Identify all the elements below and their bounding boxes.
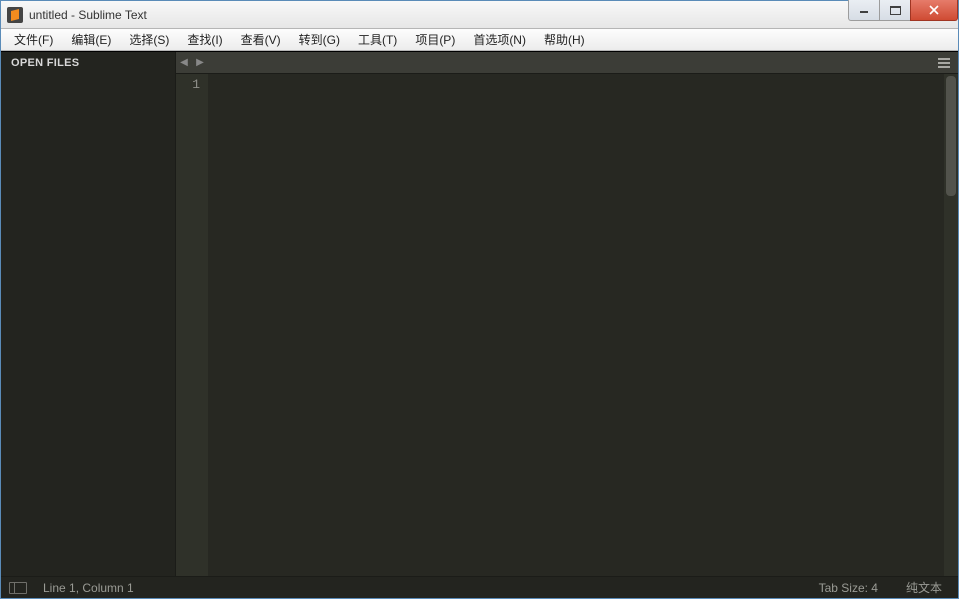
line-number: 1 bbox=[176, 76, 200, 93]
menu-edit[interactable]: 编辑(E) bbox=[62, 29, 120, 50]
sidebar: OPEN FILES bbox=[1, 52, 176, 576]
window-title: untitled - Sublime Text bbox=[29, 8, 147, 22]
minimize-button[interactable] bbox=[848, 0, 880, 21]
tab-overflow-menu[interactable] bbox=[936, 52, 952, 73]
menu-selection[interactable]: 选择(S) bbox=[120, 29, 178, 50]
maximize-button[interactable] bbox=[879, 0, 911, 21]
close-button[interactable] bbox=[910, 0, 958, 21]
line-gutter: 1 bbox=[176, 74, 208, 576]
title-bar[interactable]: untitled - Sublime Text bbox=[1, 1, 958, 29]
body-area: OPEN FILES ◀ ▶ 1 bbox=[1, 51, 958, 598]
menu-goto[interactable]: 转到(G) bbox=[290, 29, 349, 50]
status-syntax[interactable]: 纯文本 bbox=[892, 579, 956, 596]
sidebar-open-files-header: OPEN FILES bbox=[1, 52, 175, 74]
tab-prev-icon[interactable]: ◀ bbox=[176, 52, 192, 73]
menu-view[interactable]: 查看(V) bbox=[232, 29, 290, 50]
text-editor[interactable] bbox=[208, 74, 944, 576]
tab-bar: ◀ ▶ bbox=[176, 52, 958, 74]
vertical-scrollbar[interactable] bbox=[944, 74, 958, 576]
menu-tools[interactable]: 工具(T) bbox=[349, 29, 406, 50]
status-left: Line 1, Column 1 bbox=[3, 581, 134, 595]
status-cursor-position: Line 1, Column 1 bbox=[43, 581, 134, 595]
editor-row: 1 bbox=[176, 74, 958, 576]
menu-bar: 文件(F) 编辑(E) 选择(S) 查找(I) 查看(V) 转到(G) 工具(T… bbox=[1, 29, 958, 51]
tab-next-icon[interactable]: ▶ bbox=[192, 52, 208, 73]
app-icon bbox=[7, 7, 23, 23]
menu-help[interactable]: 帮助(H) bbox=[535, 29, 594, 50]
work-area: OPEN FILES ◀ ▶ 1 bbox=[1, 52, 958, 576]
hamburger-icon bbox=[938, 62, 950, 64]
status-bar: Line 1, Column 1 Tab Size: 4 纯文本 bbox=[1, 576, 958, 598]
panel-toggle-icon[interactable] bbox=[9, 582, 27, 594]
editor-column: ◀ ▶ 1 bbox=[176, 52, 958, 576]
menu-preferences[interactable]: 首选项(N) bbox=[464, 29, 535, 50]
menu-project[interactable]: 项目(P) bbox=[406, 29, 464, 50]
menu-find[interactable]: 查找(I) bbox=[178, 29, 231, 50]
scrollbar-thumb[interactable] bbox=[946, 76, 956, 196]
window-controls bbox=[849, 0, 958, 21]
app-window: untitled - Sublime Text 文件(F) 编辑(E) 选择(S… bbox=[0, 0, 959, 599]
status-tab-size[interactable]: Tab Size: 4 bbox=[805, 581, 892, 595]
menu-file[interactable]: 文件(F) bbox=[5, 29, 62, 50]
